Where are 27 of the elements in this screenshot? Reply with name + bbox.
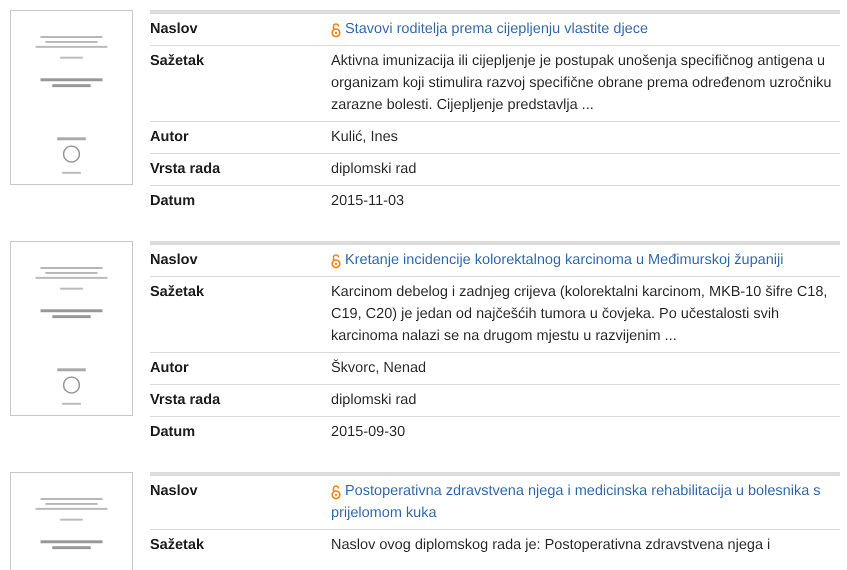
field-label: Naslov [150, 482, 199, 501]
field-value: Škvorc, Nenad [331, 360, 426, 376]
field-label: Datum [150, 423, 196, 442]
field-label: Sažetak [150, 283, 206, 302]
field-value: Naslov ovog diplomskog rada je: Postoperativna zdravstvena njega i [331, 537, 770, 553]
thesis-title-link[interactable]: Kretanje incidencije kolorektalnog karcinoma u Međimurskoj županiji [331, 249, 840, 271]
field-label: Vrsta rada [150, 391, 222, 410]
field-label: Autor [150, 128, 190, 147]
document-cover-drawing [36, 498, 108, 550]
field-label: Naslov [150, 20, 199, 39]
field-value: Karcinom debelog i zadnjeg crijeva (kolorektalni karcinom, MKB-10 šifre C18, C19, C20) je jedan od najčešćih tumora u čovjeka. Po učestalosti svih karcinoma nalazi se na drugom mjestu u razvijenim ... [331, 284, 828, 344]
field-label: Sažetak [150, 536, 206, 555]
document-cover-thumbnail[interactable] [10, 241, 133, 416]
field-label: Datum [150, 192, 196, 211]
field-value: Aktivna imunizacija ili cijepljenje je postupak unošenja specifičnog antigena u organizam koji stimulira razvoj specifične obrane prema određenom uzročniku zarazne bolesti. Cijepljenje predstavlja ... [331, 53, 832, 113]
document-cover-thumbnail[interactable] [10, 10, 133, 185]
thesis-title-link[interactable]: Stavovi roditelja prema cijepljenju vlastite djece [331, 18, 840, 40]
field-value: 2015-11-03 [331, 193, 404, 209]
field-value: 2015-09-30 [331, 424, 406, 440]
field-label: Naslov [150, 251, 199, 270]
field-label: Vrsta rada [150, 160, 222, 179]
field-label: Autor [150, 359, 190, 378]
field-label: Sažetak [150, 52, 206, 71]
field-value: Kulić, Ines [331, 129, 398, 145]
field-value: diplomski rad [331, 392, 416, 408]
thesis-title-link[interactable]: Postoperativna zdravstvena njega i medicinska rehabilitacija u bolesnika s prijelomom kuka [331, 480, 840, 524]
field-value: diplomski rad [331, 161, 416, 177]
